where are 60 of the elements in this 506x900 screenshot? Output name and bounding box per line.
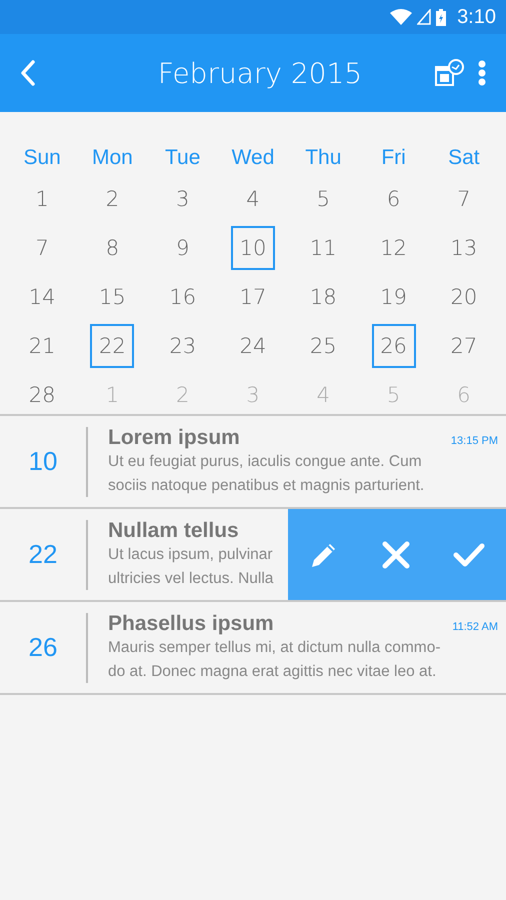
calendar-day[interactable]: 21 [20,324,64,368]
more-options-icon[interactable] [478,60,486,86]
weekday-label: Sun [22,145,62,171]
weekday-label: Wed [230,145,276,171]
calendar-day[interactable]: 17 [230,274,275,318]
calendar-day[interactable]: 18 [301,274,346,318]
calendar-day[interactable]: 14 [20,274,64,318]
weekday-label: Thu [304,145,342,171]
calendar-day[interactable]: 8 [90,226,134,270]
event-description-line: Ut eu feugiat purus, iaculis congue ante. Cum [108,452,423,472]
calendar-day[interactable]: 27 [442,324,486,368]
calendar-day[interactable]: 26 [372,324,416,368]
event-description-line: Ut lacus ipsum, pulvinar [108,544,274,564]
event-day: 26 [0,632,86,663]
event-description-line: Mauris semper tellus mi, at dictum nulla commo- [108,638,442,658]
calendar-day[interactable]: 25 [301,324,346,368]
calendar-day[interactable]: 3 [160,176,205,220]
calendar-day[interactable]: 10 [230,226,275,270]
weekday-label: Tue [164,145,202,171]
calendar-day[interactable]: 4 [230,176,275,220]
event-day: 10 [0,446,86,477]
event-title: Nullam tellus [108,518,239,542]
calendar-day[interactable]: 9 [160,226,205,270]
calendar-day[interactable]: 6 [372,176,416,220]
calendar-day[interactable]: 5 [301,176,346,220]
calendar-day[interactable]: 20 [442,274,486,318]
event-time: 11:52 AM [452,620,498,632]
check-icon[interactable] [452,542,485,568]
calendar-day[interactable]: 28 [20,372,64,416]
event-description-line: do at. Donec magna erat agittis nec vitae leo at. [108,662,438,682]
calendar-day[interactable]: 7 [442,176,486,220]
calendar-day[interactable]: 7 [20,226,64,270]
status-time: 3:10 [457,6,496,28]
event-description-line: sociis natoque penatibus et magnis parturient. [108,476,426,496]
calendar-day[interactable]: 16 [160,274,205,318]
calendar-day[interactable]: 11 [301,226,346,270]
back-icon[interactable] [20,60,36,86]
event-time: 13:15 PM [450,434,498,446]
weekday-label: Mon [90,145,134,171]
weekday-label: Sat [447,145,481,171]
calendar-day[interactable]: 22 [90,324,134,368]
calendar-day[interactable]: 24 [230,324,275,368]
calendar-day[interactable]: 15 [90,274,134,318]
battery-icon [436,8,446,26]
weekday-label: Fri [380,145,407,171]
close-icon[interactable] [382,540,410,568]
calendar-day[interactable]: 12 [372,226,416,270]
event-day: 22 [0,539,86,570]
event-title: Lorem ipsum [108,426,240,450]
calendar-day[interactable]: 2 [90,176,134,220]
signal-icon [417,9,432,25]
event-title: Phasellus ipsum [108,612,274,636]
calendar-day[interactable]: 1 [20,176,64,220]
month-title: February 2015 [156,56,364,90]
calendar-day[interactable]: 23 [160,324,205,368]
wifi-icon [390,9,412,25]
calendar-day[interactable]: 13 [442,226,486,270]
calendar-day[interactable]: 19 [372,274,416,318]
calendar-clock-icon[interactable] [434,59,464,87]
event-description-line: ultricies vel lectus. Nulla [108,568,274,588]
